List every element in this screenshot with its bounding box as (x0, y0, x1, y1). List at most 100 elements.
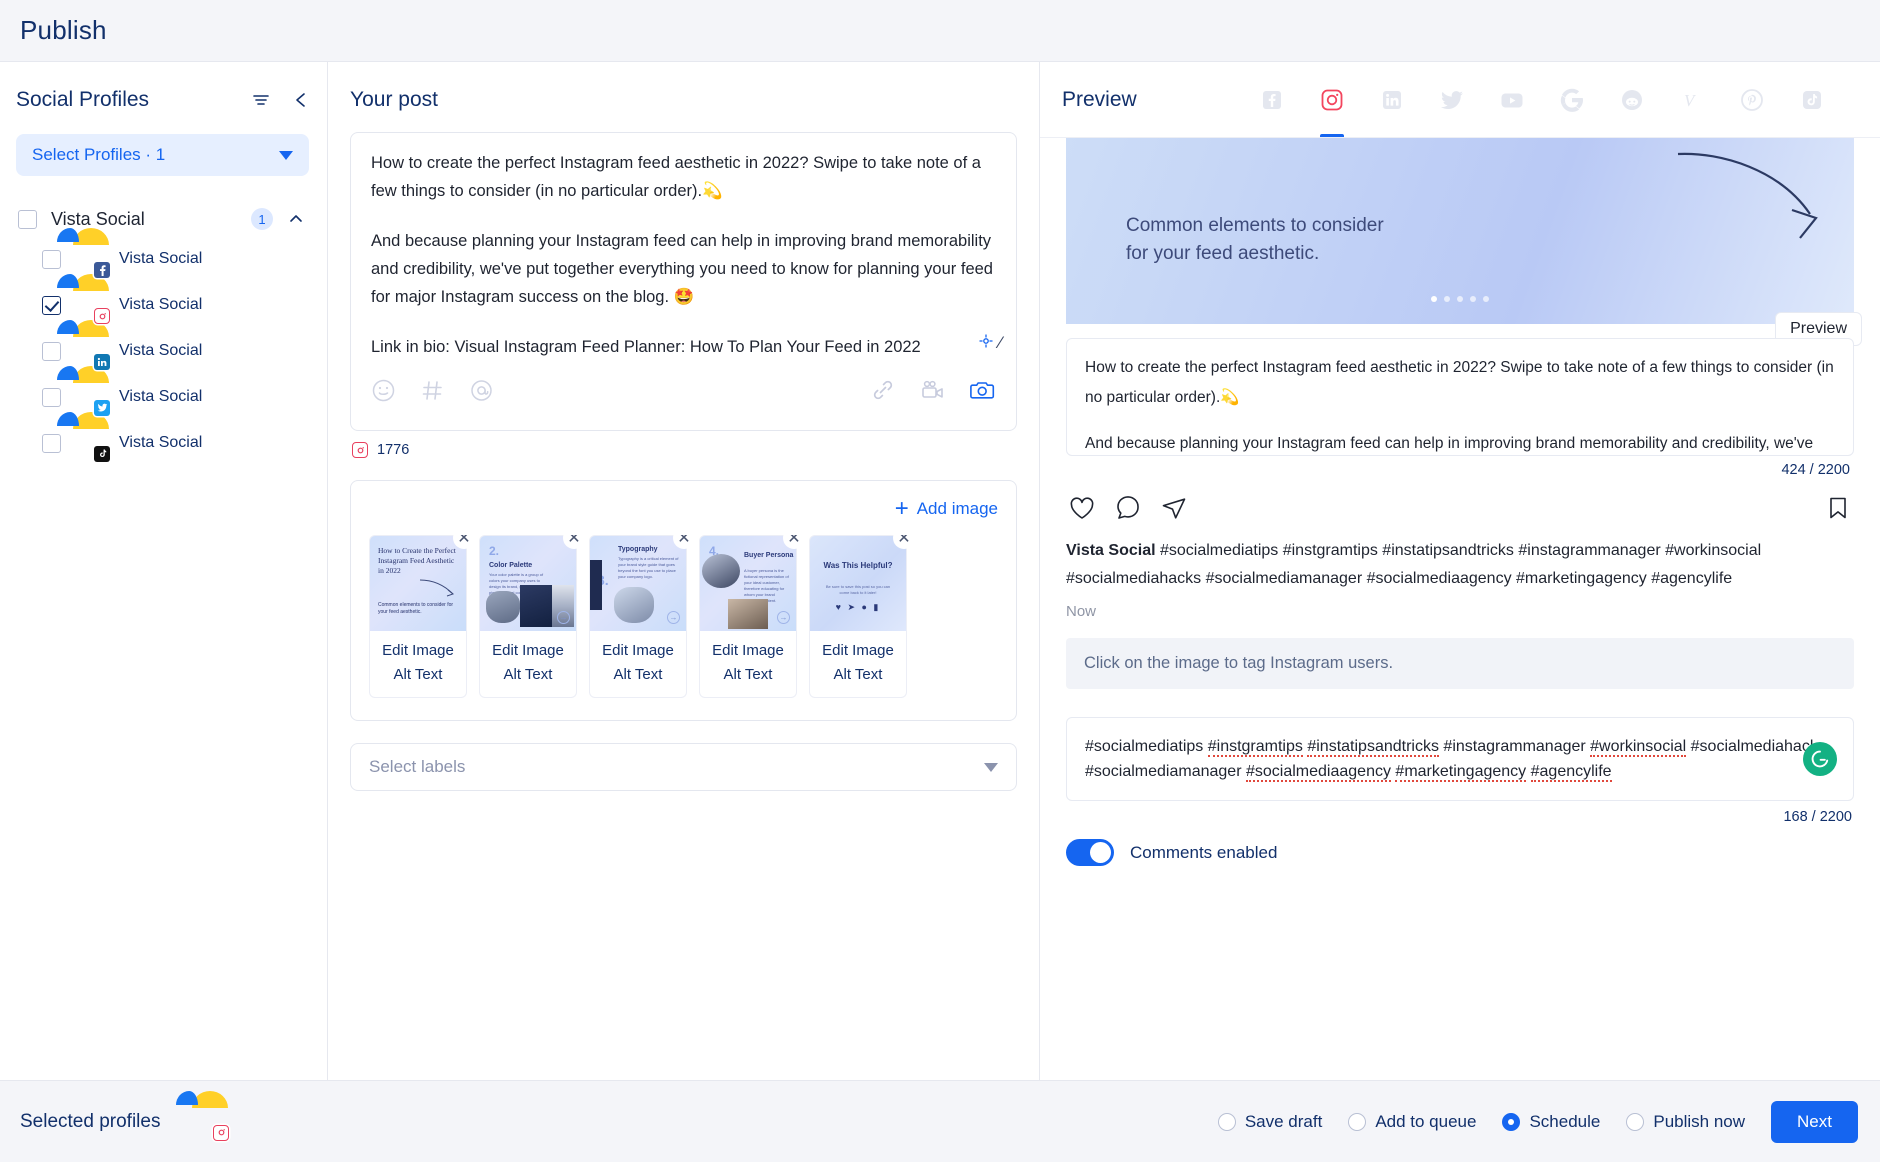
grammarly-icon[interactable] (1803, 742, 1837, 776)
radio-schedule[interactable]: Schedule (1502, 1112, 1600, 1132)
profile-group-row[interactable]: Vista Social 1 (16, 202, 309, 236)
tab-google[interactable] (1542, 62, 1602, 137)
radio-publish-now[interactable]: Publish now (1626, 1112, 1745, 1132)
comments-toggle-row: Comments enabled (1066, 839, 1854, 866)
edit-image-alt-text-button[interactable]: Edit ImageAlt Text (809, 631, 907, 698)
media-thumbnail[interactable]: ✕ Was This Helpful? Be sure to save this… (809, 535, 907, 698)
tab-pinterest[interactable] (1722, 62, 1782, 137)
arrow-icon: → (667, 611, 680, 624)
next-button[interactable]: Next (1771, 1101, 1858, 1143)
hashtag-editor[interactable]: #socialmediatips #instgramtips #instatip… (1066, 717, 1854, 801)
radio-indicator[interactable] (1348, 1113, 1366, 1131)
sidebar-profile-facebook[interactable]: Vista Social (16, 236, 309, 282)
chevron-left-icon[interactable] (293, 90, 309, 110)
radio-save-draft[interactable]: Save draft (1218, 1112, 1323, 1132)
bookmark-icon[interactable] (1824, 494, 1852, 527)
heart-icon[interactable] (1068, 494, 1096, 527)
sidebar-profile-tiktok[interactable]: Vista Social (16, 420, 309, 466)
tab-vimeo[interactable]: V (1662, 62, 1722, 137)
profile-name: Vista Social (119, 250, 202, 268)
tab-reddit[interactable] (1602, 62, 1662, 137)
publish-options: Save draft Add to queue Schedule Publish… (1218, 1101, 1858, 1143)
edit-image-alt-text-button[interactable]: Edit ImageAlt Text (589, 631, 687, 698)
radio-indicator[interactable] (1502, 1113, 1520, 1131)
profile-name: Vista Social (119, 388, 202, 406)
group-checkbox[interactable] (18, 210, 37, 229)
instagram-icon (94, 308, 110, 324)
comment-icon[interactable] (1114, 494, 1142, 527)
avatar (75, 244, 105, 274)
media-attachments-card: + Add image ✕ How to Create the Perfect … (350, 480, 1017, 721)
tiktok-icon (94, 446, 110, 462)
profile-checkbox[interactable] (42, 434, 61, 453)
profile-checkbox[interactable] (42, 342, 61, 361)
post-text-editor[interactable]: How to create the perfect Instagram feed… (350, 132, 1017, 431)
radio-label: Schedule (1529, 1112, 1600, 1132)
tab-facebook[interactable] (1242, 62, 1302, 137)
share-icon[interactable] (1160, 494, 1188, 527)
link-shortener-controls[interactable]: ⁄ (979, 329, 1002, 357)
media-thumbnail[interactable]: ✕ How to Create the Perfect Instagram Fe… (369, 535, 467, 698)
tab-linkedin[interactable] (1362, 62, 1422, 137)
tag-users-hint: Click on the image to tag Instagram user… (1066, 638, 1854, 689)
action-icons-left (1068, 494, 1188, 527)
preview-author-hashtags: Vista Social #socialmediatips #instgramt… (1066, 537, 1854, 593)
carousel-dots (1066, 296, 1854, 302)
gear-icon[interactable] (979, 329, 993, 357)
media-thumbnail[interactable]: ✕ 2. Color Palette Your color palette is… (479, 535, 577, 698)
preview-caption-box[interactable]: How to create the perfect Instagram feed… (1066, 338, 1854, 456)
preview-caption-wrap: Preview How to create the perfect Instag… (1066, 338, 1854, 478)
slide-title: Buyer Persona (744, 552, 793, 559)
emoji-sparkle: 💫 (1220, 389, 1239, 406)
sidebar-actions (251, 90, 309, 110)
tab-youtube[interactable] (1482, 62, 1542, 137)
radio-indicator[interactable] (1218, 1113, 1236, 1131)
sidebar-profile-twitter[interactable]: Vista Social (16, 374, 309, 420)
preview-content: Common elements to consider for your fee… (1040, 138, 1880, 1080)
media-thumbnail[interactable]: ✕ Typography Typography is a critical el… (589, 535, 687, 698)
composer-paragraph-2: And because planning your Instagram feed… (371, 227, 996, 311)
tab-twitter[interactable] (1422, 62, 1482, 137)
video-icon[interactable] (920, 378, 946, 407)
sidebar-profile-instagram[interactable]: Vista Social (16, 282, 309, 328)
slide-title: Typography (618, 546, 658, 553)
chevron-up-icon[interactable] (287, 210, 305, 228)
post-composer-column: Your post How to create the perfect Inst… (328, 62, 1040, 1080)
facebook-icon (94, 262, 110, 278)
media-thumbnail[interactable]: ✕ 4. Buyer Persona A buyer persona is th… (699, 535, 797, 698)
camera-icon[interactable] (970, 378, 996, 407)
group-count-badge: 1 (251, 208, 273, 230)
edit-image-alt-text-button[interactable]: Edit ImageAlt Text (699, 631, 797, 698)
filter-icon[interactable] (251, 90, 271, 110)
tab-instagram[interactable] (1302, 62, 1362, 137)
composer-paragraph-3: Link in bio: Visual Instagram Feed Plann… (371, 333, 996, 361)
preview-caption-p1: How to create the perfect Instagram feed… (1085, 353, 1835, 413)
edit-image-alt-text-button[interactable]: Edit ImageAlt Text (369, 631, 467, 698)
instagram-preview-card: Common elements to consider for your fee… (1066, 138, 1854, 620)
chevron-down-icon (984, 763, 998, 772)
profile-checkbox[interactable] (42, 296, 61, 315)
avatar[interactable] (194, 1107, 224, 1137)
preview-header: Preview (1040, 62, 1880, 138)
comments-toggle[interactable] (1066, 839, 1114, 866)
resize-handle-icon[interactable]: ⁄ (999, 329, 1002, 357)
tab-tiktok[interactable] (1782, 62, 1842, 137)
select-profiles-dropdown[interactable]: Select Profiles · 1 (16, 134, 309, 176)
mention-icon[interactable] (469, 378, 494, 408)
add-image-button[interactable]: + Add image (369, 497, 998, 521)
sidebar-profile-linkedin[interactable]: Vista Social (16, 328, 309, 374)
preview-caption-counter: 424 / 2200 (1066, 462, 1850, 478)
profile-checkbox[interactable] (42, 250, 61, 269)
emoji-icon[interactable] (371, 378, 396, 408)
hashtag-icon[interactable] (420, 378, 445, 408)
select-labels-dropdown[interactable]: Select labels (350, 743, 1017, 791)
thumbnail-image: Typography Typography is a critical elem… (589, 535, 687, 631)
preview-carousel-image[interactable]: Common elements to consider for your fee… (1066, 138, 1854, 324)
instagram-icon (352, 442, 368, 458)
radio-add-to-queue[interactable]: Add to queue (1348, 1112, 1476, 1132)
preview-hashtags: #socialmediatips #instgramtips #instatip… (1066, 542, 1761, 587)
link-icon[interactable] (870, 377, 896, 408)
edit-image-alt-text-button[interactable]: Edit ImageAlt Text (479, 631, 577, 698)
profile-checkbox[interactable] (42, 388, 61, 407)
radio-indicator[interactable] (1626, 1113, 1644, 1131)
